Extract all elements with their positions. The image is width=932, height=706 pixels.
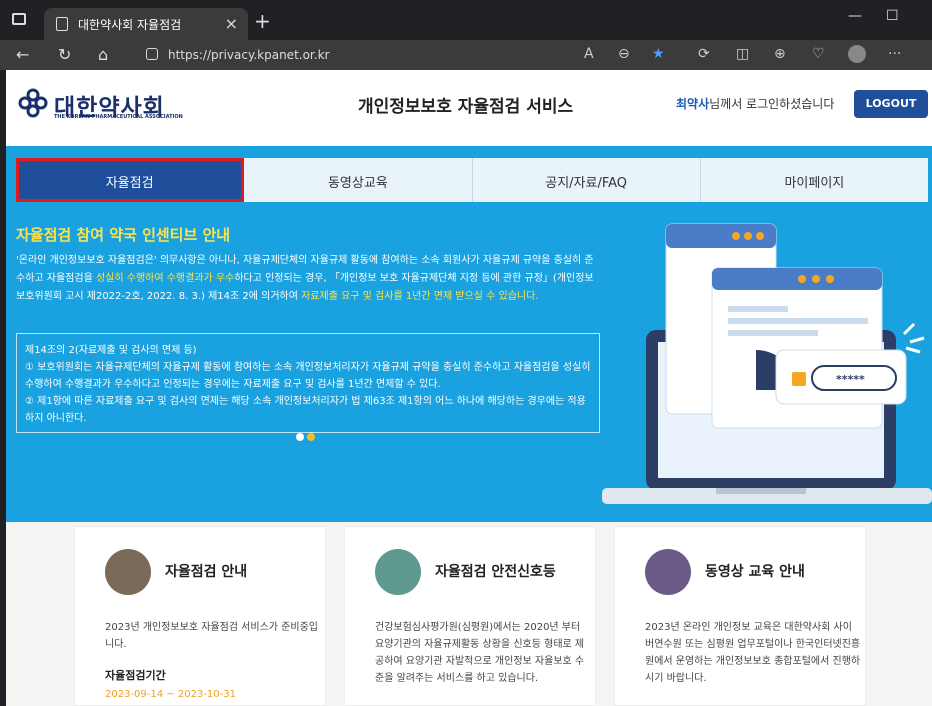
kpa-logo[interactable]: 대한약사회 THE KOREAN PHARMACEUTICAL ASSOCIAT… [16,86,191,124]
slider-dots [296,426,318,445]
login-status: 최약사님께서 로그인하셨습니다 [676,95,834,112]
laptop-security-illustration: ***** [602,223,932,504]
zoom-icon[interactable]: ⊖ [618,46,630,62]
lock-icon[interactable] [146,48,158,60]
desc-highlight-2: 자료제출 요구 및 검사를 1년간 면제 받으실 수 있습니다. [301,291,539,302]
url-text: https://privacy.kpanet.or.kr [168,48,330,62]
collections-icon[interactable]: ⊕ [774,46,786,62]
web-page: 대한약사회 THE KOREAN PHARMACEUTICAL ASSOCIAT… [6,70,932,706]
hero-banner: 자율점검 동영상교육 공지/자료/FAQ 마이페이지 자율점검 참여 약국 인센… [6,146,932,522]
login-message: 님께서 로그인하셨습니다 [709,97,835,111]
card-title: 자율점검 안전신호등 [435,564,556,580]
page-icon [56,17,68,31]
regulation-title: 제14조의 2(자료제출 및 검사의 면제 등) [25,345,197,356]
nav-video-education[interactable]: 동영상교육 [244,158,473,202]
desc-highlight-1: 성실히 수행하여 수행결과가 우수 [95,273,235,284]
read-aloud-icon[interactable]: A [584,46,594,62]
new-tab-icon[interactable]: + [254,9,271,33]
regulation-clause-2: ② 제1항에 따른 자료제출 요구 및 검사의 면제는 해당 소속 개인정보처리… [25,396,586,424]
service-title: 개인정보보호 자율점검 서비스 [358,97,574,117]
favorite-star-icon[interactable]: ★ [652,46,665,62]
maximize-icon[interactable]: ☐ [886,8,899,24]
password-mask: ***** [836,373,865,386]
tab-title: 대한약사회 자율점검 [78,18,182,32]
browser-window: 대한약사회 자율점검 × + — ☐ ← ↻ ⌂ https://privacy… [0,0,932,706]
regulation-clause-1: ① 보호위원회는 자율규제단체의 자율규제 활동에 참여하는 소속 개인정보처리… [25,362,591,390]
main-nav: 자율점검 동영상교육 공지/자료/FAQ 마이페이지 [16,158,928,202]
card-text: 2023년 개인정보보호 자율점검 서비스가 준비중입니다. [105,622,318,650]
incentive-description: '온라인 개인정보보호 자율점검은' 의무사항은 아니나, 자율규제단체의 자율… [16,252,594,306]
user-name: 최약사 [676,97,710,111]
site-header: 대한약사회 THE KOREAN PHARMACEUTICAL ASSOCIAT… [6,70,932,140]
video-screen-icon [645,549,691,595]
card-title: 자율점검 안내 [165,564,248,580]
traffic-light-icon [375,549,421,595]
extensions-icon[interactable]: ⟳ [698,46,710,62]
card-text: 건강보험심사평가원(심평원)에서는 2020년 부터 요양기관의 자율규제활동 … [375,622,585,684]
url-field[interactable]: https://privacy.kpanet.or.kr [142,43,562,67]
logout-button[interactable]: LOGOUT [854,90,928,118]
card-self-check-guide[interactable]: 자율점검 안내 2023년 개인정보보호 자율점검 서비스가 준비중입니다. 자… [74,526,326,706]
home-icon[interactable]: ⌂ [98,45,108,64]
browser-tab[interactable]: 대한약사회 자율점검 × [44,8,248,40]
back-icon[interactable]: ← [16,45,29,64]
nav-mypage[interactable]: 마이페이지 [701,158,928,202]
slide-dot[interactable] [296,433,304,441]
nav-self-check[interactable]: 자율점검 [16,158,245,202]
id-card-icon [105,549,151,595]
card-video-education[interactable]: 동영상 교육 안내 2023년 온라인 개인정보 교육은 대한약사회 사이버연수… [614,526,866,706]
card-safety-signal[interactable]: 자율점검 안전신호등 건강보험심사평가원(심평원)에서는 2020년 부터 요양… [344,526,596,706]
info-cards: 자율점검 안내 2023년 개인정보보호 자율점검 서비스가 준비중입니다. 자… [6,522,932,706]
nav-notice-faq[interactable]: 공지/자료/FAQ [473,158,701,202]
minimize-icon[interactable]: — [848,8,862,24]
logo-english-text: THE KOREAN PHARMACEUTICAL ASSOCIATION [54,114,183,120]
card-text: 2023년 온라인 개인정보 교육은 대한약사회 사이버연수원 또는 심평원 업… [645,622,861,684]
profile-avatar[interactable] [848,45,866,63]
workspaces-icon[interactable] [12,13,26,25]
close-tab-icon[interactable]: × [225,14,238,33]
card-title: 동영상 교육 안내 [705,564,805,580]
split-screen-icon[interactable]: ◫ [736,46,749,62]
regulation-box: 제14조의 2(자료제출 및 검사의 면제 등) ① 보호위원회는 자율규제단체… [16,333,600,433]
refresh-icon[interactable]: ↻ [58,45,71,64]
address-bar: ← ↻ ⌂ https://privacy.kpanet.or.kr A ⊖ ★… [0,40,932,70]
more-menu-icon[interactable]: ··· [888,46,901,62]
incentive-title: 자율점검 참여 약국 인센티브 안내 [16,226,231,244]
card-subtitle: 자율점검기간 [105,669,166,682]
card-date-range: 2023-09-14 ~ 2023-10-31 [105,689,236,700]
logo-mark-icon [18,88,48,118]
tab-strip: 대한약사회 자율점검 × + — ☐ [0,0,932,40]
slide-dot[interactable] [307,433,315,441]
browser-essentials-icon[interactable]: ♡ [812,46,825,62]
